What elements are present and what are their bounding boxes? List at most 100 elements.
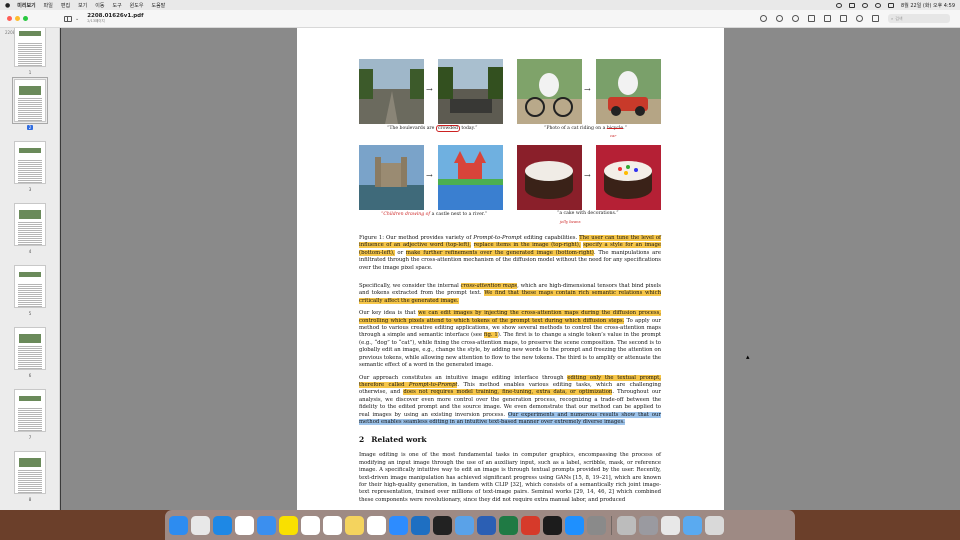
menu-bar: ● 미리보기 파일 편집 보기 이동 도구 윈도우 도움말 8월 22일 (화)… (0, 0, 960, 10)
arrow-icon: → (584, 85, 591, 94)
dock-documents-icon[interactable] (660, 515, 680, 535)
dock-screenshot-icon[interactable] (616, 515, 636, 535)
dock-quicktime-icon[interactable] (638, 515, 658, 535)
dock-zoom-icon[interactable] (389, 515, 408, 535)
clock[interactable]: 8월 22일 (화) 오후 4:59 (901, 2, 955, 9)
chevron-down-icon[interactable]: ⌄ (75, 16, 79, 22)
dock-mail-icon[interactable] (257, 515, 276, 535)
dock-excel-icon[interactable] (499, 515, 518, 535)
status-area: 8월 22일 (화) 오후 4:59 (835, 2, 955, 9)
dock-kakaotalk-icon[interactable] (279, 515, 298, 535)
menu-go[interactable]: 이동 (95, 2, 104, 9)
search-placeholder: 검색 (895, 15, 903, 21)
dock-app-store-icon[interactable] (565, 515, 584, 535)
pdf-page[interactable]: → → “The boulevards are crowded today.” … (297, 28, 724, 510)
dock-safari-icon[interactable] (213, 515, 232, 535)
status-app-icon[interactable] (835, 2, 842, 8)
thumbnail-image[interactable] (14, 327, 46, 370)
annotate-icon[interactable] (856, 15, 863, 22)
rotate-icon[interactable] (840, 15, 847, 22)
spotlight-icon[interactable] (874, 2, 881, 8)
zoom-button[interactable] (23, 16, 28, 21)
castle-drawing-image (438, 145, 503, 210)
paragraph-key-idea: Our key idea is that we can edit images … (359, 310, 661, 369)
dock-preview-icon[interactable] (455, 515, 474, 535)
thumbnail-image[interactable] (14, 451, 46, 494)
form-icon[interactable] (872, 15, 879, 22)
thumbnail-image[interactable] (14, 265, 46, 308)
menu-file[interactable]: 파일 (44, 2, 53, 9)
page-thumbnail[interactable]: 5 (14, 265, 46, 316)
dock-pdf-icon[interactable] (521, 515, 540, 535)
dock (165, 510, 795, 540)
share-icon[interactable] (808, 15, 815, 22)
minimize-button[interactable] (15, 16, 20, 21)
sidebar-toggle-icon[interactable] (64, 15, 72, 22)
dock-calendar-icon[interactable] (323, 515, 342, 535)
search-field[interactable]: ⌕ 검색 (888, 14, 950, 23)
thumbnail-label: 6 (28, 373, 32, 378)
highlight: replace items in the image (top-right), (473, 242, 581, 249)
dock-vs-code-icon[interactable] (411, 515, 430, 535)
highlight: Prompt-to-Prompt (408, 381, 458, 388)
arrow-icon: → (426, 85, 433, 94)
dock-finder-icon[interactable] (169, 515, 188, 535)
toolbar-actions: ⌕ 검색 (760, 14, 950, 23)
highlight: does not requires model training, fine-t… (403, 389, 613, 396)
cake-jellybeans-image (596, 145, 661, 210)
page-thumbnail[interactable]: 1 (14, 28, 46, 75)
page-thumbnail[interactable]: 7 (14, 389, 46, 440)
paragraph-related-work: Image editing is one of the most fundame… (359, 452, 661, 503)
page-indicator: 2/13페이지 (87, 19, 105, 23)
menu-edit[interactable]: 편집 (61, 2, 70, 9)
close-button[interactable] (7, 16, 12, 21)
document-view[interactable]: → → “The boulevards are crowded today.” … (61, 28, 960, 510)
dock-chrome-icon[interactable] (235, 515, 254, 535)
thumbnail-image[interactable] (12, 77, 48, 124)
cat-car-image (596, 59, 661, 124)
menu-view[interactable]: 보기 (78, 2, 87, 9)
dock-slack-icon[interactable] (301, 515, 320, 535)
thumbnail-label: 4 (28, 249, 32, 254)
zoom-out-icon[interactable] (776, 15, 783, 22)
dock-notion-icon[interactable] (367, 515, 386, 535)
page-thumbnail[interactable]: 8 (14, 451, 46, 502)
menu-app[interactable]: 미리보기 (17, 2, 35, 9)
thumbnail-image[interactable] (14, 28, 46, 67)
mouse-cursor: ▴ (746, 353, 750, 361)
info-icon[interactable] (760, 15, 767, 22)
page-thumbnail[interactable]: 3 (14, 141, 46, 192)
cat-bicycle-image (517, 59, 582, 124)
highlight[interactable]: fig. 1 (483, 332, 498, 339)
markup-pen-icon[interactable] (824, 15, 831, 22)
thumbnail-sidebar[interactable]: 2208.01626v1.pdf 12345678 (0, 28, 60, 510)
paragraph-specifically: Specifically, we consider the internal c… (359, 283, 661, 304)
dock-terminal-icon[interactable] (433, 515, 452, 535)
thumbnail-image[interactable] (14, 141, 46, 184)
paragraph-approach: Our approach constitutes an intuitive im… (359, 374, 661, 425)
dock-whale-icon[interactable] (543, 515, 562, 535)
battery-icon[interactable] (848, 2, 855, 8)
dock-folder-icon[interactable] (682, 515, 702, 535)
dock-settings-icon[interactable] (587, 515, 606, 535)
dock-launchpad-icon[interactable] (191, 515, 210, 535)
page-thumbnail[interactable]: 2 (12, 77, 48, 130)
control-center-icon[interactable] (887, 2, 894, 8)
paper-content: → → “The boulevards are crowded today.” … (359, 59, 662, 504)
thumbnail-image[interactable] (14, 203, 46, 246)
menu-help[interactable]: 도움말 (151, 2, 165, 9)
dock-notes-icon[interactable] (345, 515, 364, 535)
dock-trash-icon[interactable] (704, 515, 724, 535)
section-heading: 2 Related work (359, 435, 427, 445)
zoom-in-icon[interactable] (792, 15, 799, 22)
page-thumbnail[interactable]: 4 (14, 203, 46, 254)
thumbnail-image[interactable] (14, 389, 46, 432)
apple-menu-icon[interactable]: ● (5, 2, 10, 9)
menu-tools[interactable]: 도구 (112, 2, 121, 9)
window-controls (7, 16, 28, 21)
figure-row-bottom: → → “Children drawing of a castle next t… (359, 145, 661, 231)
menu-window[interactable]: 윈도우 (130, 2, 144, 9)
page-thumbnail[interactable]: 6 (14, 327, 46, 378)
wifi-icon[interactable] (861, 2, 868, 8)
dock-word-icon[interactable] (477, 515, 496, 535)
